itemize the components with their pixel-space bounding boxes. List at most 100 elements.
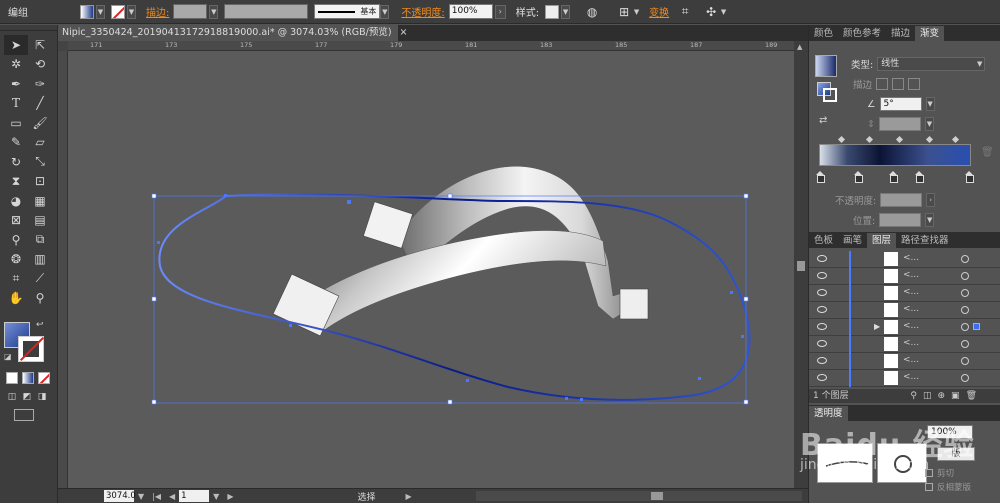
gradient-preview-swatch[interactable] <box>815 55 837 77</box>
rectangle-tool-icon[interactable]: ▭ <box>4 113 28 133</box>
scrollbar-thumb[interactable] <box>797 261 805 271</box>
eyedropper-tool-icon[interactable]: ⚲ <box>4 230 28 250</box>
align-selection-icon[interactable]: ⊞ <box>616 4 632 20</box>
blend-tool-icon[interactable]: ⧉ <box>28 230 52 250</box>
curvature-tool-icon[interactable]: ✑ <box>28 74 52 94</box>
layer-name[interactable]: <... <box>903 321 919 331</box>
tab-transparency[interactable]: 透明度 <box>809 406 848 421</box>
symbol-sprayer-tool-icon[interactable]: ❂ <box>4 250 28 270</box>
line-tool-icon[interactable]: ╱ <box>28 94 52 114</box>
draw-normal-icon[interactable]: ◫ <box>6 391 18 403</box>
scale-tool-icon[interactable]: ⤡ <box>28 152 52 172</box>
locate-object-icon[interactable]: ⚲ <box>910 389 917 403</box>
scroll-up-icon[interactable]: ▲ <box>797 43 802 51</box>
ruler-origin[interactable] <box>58 41 68 51</box>
target-circle-icon[interactable] <box>961 255 969 263</box>
panel-menu-icon[interactable]: ✣ <box>703 4 719 20</box>
midpoint-diamond[interactable] <box>895 135 904 144</box>
layer-row[interactable]: <... <box>809 370 1000 387</box>
layer-name[interactable]: <... <box>903 270 919 280</box>
draw-behind-icon[interactable]: ◩ <box>21 391 33 403</box>
selection-indicator[interactable] <box>973 323 980 330</box>
free-transform-tool-icon[interactable]: ⊡ <box>28 172 52 192</box>
horizontal-scrollbar[interactable] <box>475 491 802 501</box>
gradient-type-select[interactable]: 线性 <box>877 57 986 71</box>
tab-layers[interactable]: 图层 <box>867 233 897 248</box>
layer-row[interactable]: <... <box>809 268 1000 285</box>
stroke-color-control[interactable]: ▼ <box>111 4 136 19</box>
chevron-down-icon[interactable]: ▼ <box>127 4 136 19</box>
stroke-weight-field[interactable] <box>173 4 208 19</box>
midpoint-diamond[interactable] <box>951 135 960 144</box>
expand-triangle-icon[interactable]: ▶ <box>874 322 880 331</box>
artboard-canvas[interactable] <box>68 51 794 488</box>
tab-gradient[interactable]: 渐变 <box>915 26 945 41</box>
chevron-down-icon[interactable]: ▼ <box>380 4 390 19</box>
none-mode-icon[interactable] <box>38 372 50 384</box>
swap-icon[interactable]: ↩ <box>36 320 44 330</box>
new-layer-icon[interactable]: ▣ <box>951 389 960 403</box>
reverse-gradient-icon[interactable]: ⇄ <box>819 115 827 126</box>
delete-layer-icon[interactable]: 🗑 <box>966 389 977 403</box>
layer-name[interactable]: <... <box>903 355 919 365</box>
paintbrush-tool-icon[interactable]: 🖌 <box>28 113 52 133</box>
stroke-label-link[interactable]: 描边: <box>142 4 173 19</box>
opacity-label-link[interactable]: 不透明度: <box>397 4 448 19</box>
target-circle-icon[interactable] <box>961 272 969 280</box>
status-menu-icon[interactable]: ▶ <box>406 492 412 501</box>
opacity-field[interactable]: 100% <box>448 4 493 19</box>
chevron-down-icon[interactable]: ▼ <box>924 117 934 131</box>
eye-icon[interactable] <box>817 374 827 381</box>
column-graph-tool-icon[interactable]: ▥ <box>28 250 52 270</box>
vertical-ruler[interactable] <box>58 51 68 488</box>
eraser-tool-icon[interactable]: ▱ <box>28 133 52 153</box>
layer-row[interactable]: <... <box>809 302 1000 319</box>
width-tool-icon[interactable]: ⧗ <box>4 172 28 192</box>
chevron-down-icon[interactable]: ▼ <box>925 97 935 111</box>
fill-color-control[interactable]: ▼ <box>80 4 105 19</box>
layer-row[interactable]: <... <box>809 251 1000 268</box>
target-circle-icon[interactable] <box>961 289 969 297</box>
stroke-within-icon[interactable] <box>876 78 889 90</box>
fill-stroke-widget[interactable]: ↩ ◪ <box>4 320 44 362</box>
variable-width-profile[interactable] <box>224 4 309 19</box>
eye-icon[interactable] <box>817 357 827 364</box>
angle-field[interactable]: 5° <box>879 97 922 111</box>
tab-pathfinder[interactable]: 路径查找器 <box>896 233 954 248</box>
hand-tool-icon[interactable]: ✋ <box>4 289 28 309</box>
zoom-field[interactable]: 3074.0 <box>104 490 136 502</box>
layer-row[interactable]: <... <box>809 336 1000 353</box>
layer-row[interactable]: <... <box>809 353 1000 370</box>
draw-inside-icon[interactable]: ◨ <box>36 391 48 403</box>
magic-wand-tool-icon[interactable]: ✲ <box>4 55 28 75</box>
stroke-along-icon[interactable] <box>892 78 905 90</box>
type-tool-icon[interactable]: T <box>4 94 28 114</box>
no-stroke-swatch[interactable] <box>111 4 125 19</box>
midpoint-diamond[interactable] <box>865 135 874 144</box>
layer-row[interactable]: <... <box>809 285 1000 302</box>
gradient-slider[interactable] <box>819 144 971 166</box>
color-mode-icon[interactable] <box>6 372 18 384</box>
gradient-mode-icon[interactable] <box>22 372 34 384</box>
chevron-down-icon[interactable]: ▼ <box>975 57 984 71</box>
close-icon[interactable]: × <box>400 27 408 38</box>
gradient-stop[interactable] <box>965 171 974 183</box>
recolor-artwork-icon[interactable]: ◍ <box>584 4 600 20</box>
tab-stroke[interactable]: 描边 <box>886 26 915 41</box>
layer-name[interactable]: <... <box>903 304 919 314</box>
tab-swatches[interactable]: 色板 <box>809 233 838 248</box>
gradient-stop[interactable] <box>816 171 825 183</box>
isolate-group-icon[interactable]: ⌗ <box>677 4 693 20</box>
chevron-down-icon[interactable]: ▼ <box>138 492 144 501</box>
lasso-tool-icon[interactable]: ⟲ <box>28 55 52 75</box>
layer-name[interactable]: <... <box>903 372 919 382</box>
page-field[interactable]: 1 <box>179 490 210 502</box>
chevron-right-icon[interactable]: › <box>926 193 936 207</box>
eye-icon[interactable] <box>817 255 827 262</box>
shape-builder-tool-icon[interactable]: ◕ <box>4 191 28 211</box>
fill-swatch[interactable] <box>80 4 94 19</box>
gradient-stop[interactable] <box>915 171 924 183</box>
stroke-across-icon[interactable] <box>908 78 921 90</box>
target-circle-icon[interactable] <box>961 306 969 314</box>
delete-stop-icon[interactable]: 🗑 <box>981 147 994 158</box>
